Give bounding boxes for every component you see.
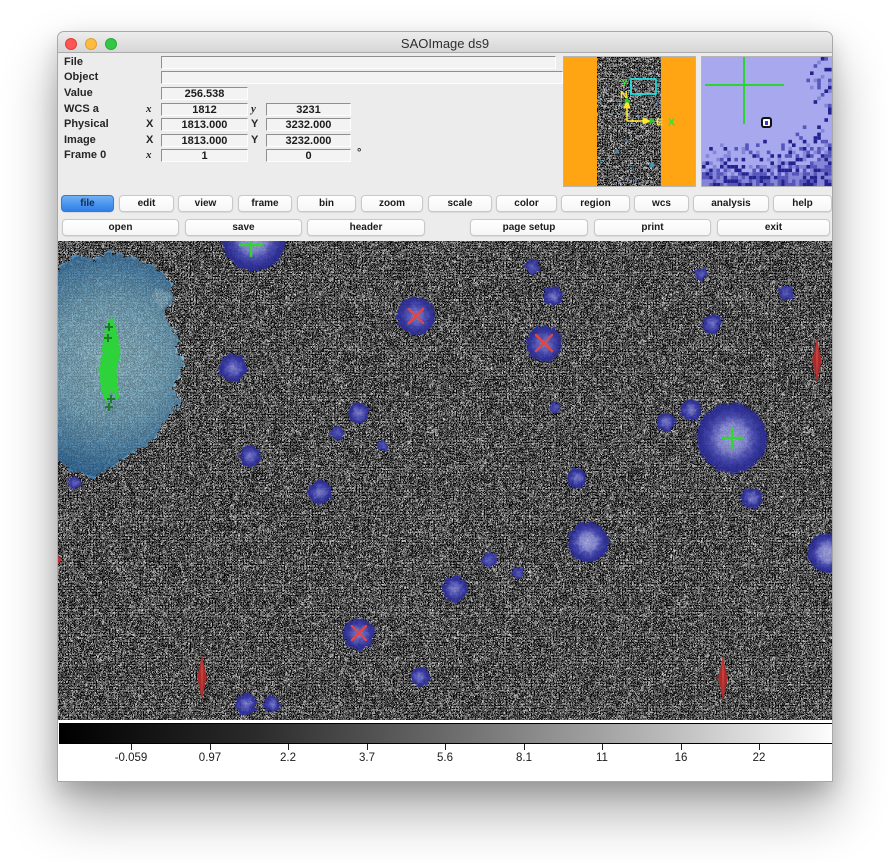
svg-text:N: N <box>620 89 628 101</box>
svg-text:Y: Y <box>621 77 628 89</box>
svg-text:X: X <box>668 117 675 129</box>
svg-text:E: E <box>656 117 663 129</box>
